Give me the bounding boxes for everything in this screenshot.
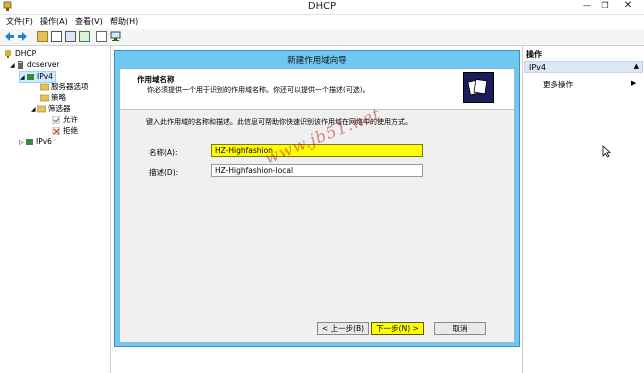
- tree-item-ipv6[interactable]: ▷ IPv6: [19, 137, 52, 147]
- wizard-body: 作用域名称 你必须提供一个用于识别的作用域名称。你还可以提供一个描述(可选)。 …: [119, 68, 515, 343]
- monitor-icon[interactable]: [110, 31, 121, 42]
- tree-label: 筛选器: [48, 104, 71, 113]
- show-tree-icon[interactable]: [51, 31, 62, 42]
- tree-item-dhcp[interactable]: DHCP: [4, 49, 36, 59]
- submenu-arrow-icon[interactable]: ▶: [631, 79, 636, 87]
- wizard-title: 新建作用域向导: [287, 56, 347, 66]
- allow-icon: [52, 116, 60, 124]
- options-icon: [40, 83, 49, 91]
- properties-icon[interactable]: [65, 31, 76, 42]
- dhcp-icon: [5, 50, 11, 58]
- more-actions-label: 更多操作: [543, 80, 573, 89]
- more-actions-item[interactable]: 更多操作: [543, 79, 573, 90]
- description-label: 描述(D):: [149, 168, 179, 177]
- toolbar: [0, 29, 644, 46]
- close-button[interactable]: ✕: [616, 0, 640, 12]
- forward-arrow-icon[interactable]: [17, 31, 28, 42]
- tree-item-deny[interactable]: 拒绝: [52, 126, 78, 136]
- next-button[interactable]: 下一步(N) >: [371, 322, 424, 335]
- name-label: 名称(A):: [149, 148, 178, 157]
- back-arrow-icon[interactable]: [4, 31, 15, 42]
- actions-section-ipv4[interactable]: IPv4 ▲: [524, 61, 643, 73]
- tree-item-policy[interactable]: 策略: [40, 93, 66, 103]
- tree-label: 允许: [63, 115, 78, 124]
- new-scope-wizard-dialog: 新建作用域向导 作用域名称 你必须提供一个用于识别的作用域名称。你还可以提供一个…: [114, 50, 520, 347]
- tree-item-filters[interactable]: ◢ 筛选器: [31, 104, 71, 114]
- menu-action[interactable]: 操作(A): [40, 16, 68, 27]
- menu-view[interactable]: 查看(V): [75, 16, 103, 27]
- menu-file[interactable]: 文件(F): [6, 16, 33, 27]
- actions-title: 操作: [526, 50, 542, 59]
- policy-icon: [40, 94, 49, 102]
- window-title-bar: DHCP — ❒ ✕: [0, 0, 644, 15]
- ipv4-icon: [27, 74, 34, 80]
- tree-label: 拒绝: [63, 126, 78, 135]
- collapse-arrow-icon[interactable]: ▲: [634, 62, 639, 70]
- help-icon[interactable]: [96, 31, 107, 42]
- window-title: DHCP: [307, 1, 337, 12]
- wizard-subheading: 你必须提供一个用于识别的作用域名称。你还可以提供一个描述(可选)。: [147, 86, 370, 94]
- refresh-icon[interactable]: [79, 31, 90, 42]
- server-icon: [18, 61, 23, 69]
- tree-label: DHCP: [15, 49, 37, 58]
- tree-item-server-options[interactable]: 服务器选项: [40, 82, 89, 92]
- tree-label: IPv4: [37, 72, 53, 81]
- minimize-button[interactable]: —: [578, 0, 596, 12]
- menu-help[interactable]: 帮助(H): [110, 16, 138, 27]
- tree-item-allow[interactable]: 允许: [52, 115, 78, 125]
- mouse-cursor-icon: [602, 145, 611, 158]
- menu-bar: 文件(F) 操作(A) 查看(V) 帮助(H): [0, 15, 644, 28]
- actions-pane: 操作 IPv4 ▲ 更多操作 ▶: [522, 46, 644, 373]
- back-button[interactable]: < 上一步(B): [317, 322, 369, 335]
- filter-icon: [37, 105, 46, 113]
- tree-label: IPv6: [36, 137, 52, 146]
- cancel-button[interactable]: 取消: [434, 322, 486, 335]
- wizard-header: 作用域名称 你必须提供一个用于识别的作用域名称。你还可以提供一个描述(可选)。: [120, 69, 514, 110]
- deny-icon: [52, 127, 60, 135]
- tree-panel: DHCP ◢ dcserver ◢ IPv4 服务器选项 策略 ◢ 筛选器 允许 拒绝…: [0, 46, 111, 373]
- wizard-logo-icon: [463, 72, 494, 103]
- ipv6-icon: [26, 139, 33, 145]
- up-folder-icon[interactable]: [37, 31, 48, 42]
- tree-label: dcserver: [27, 60, 60, 69]
- scope-description-input[interactable]: HZ-Highfashion-local: [211, 164, 423, 177]
- wizard-heading: 作用域名称: [137, 75, 175, 84]
- restore-button[interactable]: ❒: [596, 0, 614, 12]
- tree-label: 策略: [51, 93, 66, 102]
- actions-section-label: IPv4: [529, 63, 547, 72]
- tree-label: 服务器选项: [51, 82, 89, 91]
- tree-item-dcserver[interactable]: ◢ dcserver: [10, 60, 60, 70]
